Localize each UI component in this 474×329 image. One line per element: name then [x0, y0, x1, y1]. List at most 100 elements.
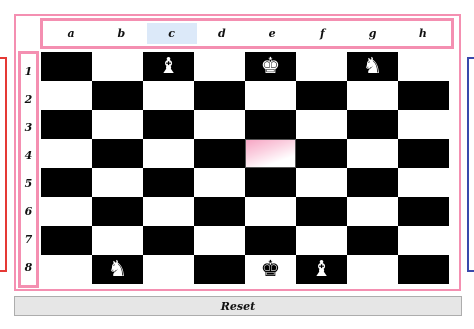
rank-5-header[interactable]: 5	[21, 170, 36, 198]
square-c6[interactable]	[143, 197, 194, 226]
square-a2[interactable]	[41, 81, 92, 110]
square-a8[interactable]	[41, 255, 92, 284]
file-h-header[interactable]: h	[398, 23, 448, 44]
rank-2-header[interactable]: 2	[21, 85, 36, 113]
square-e1[interactable]: ♚	[245, 52, 296, 81]
rank-6-header[interactable]: 6	[21, 198, 36, 226]
square-f5[interactable]	[296, 168, 347, 197]
square-a3[interactable]	[41, 110, 92, 139]
file-label: b	[117, 27, 126, 40]
square-b5[interactable]	[92, 168, 143, 197]
file-label: g	[368, 27, 377, 40]
square-d7[interactable]	[194, 226, 245, 255]
square-a1[interactable]	[41, 52, 92, 81]
file-d-header[interactable]: d	[197, 23, 247, 44]
square-c8[interactable]	[143, 255, 194, 284]
square-d8[interactable]	[194, 255, 245, 284]
file-label: e	[268, 27, 276, 40]
square-h3[interactable]	[398, 110, 449, 139]
file-g-header[interactable]: g	[348, 23, 398, 44]
file-label: f	[320, 27, 325, 40]
square-b8[interactable]: ♞	[92, 255, 143, 284]
square-c5[interactable]	[143, 168, 194, 197]
square-f7[interactable]	[296, 226, 347, 255]
square-d2[interactable]	[194, 81, 245, 110]
file-e-header[interactable]: e	[247, 23, 297, 44]
file-b-header[interactable]: b	[96, 23, 146, 44]
square-b1[interactable]	[92, 52, 143, 81]
square-f2[interactable]	[296, 81, 347, 110]
square-f8[interactable]: ♝	[296, 255, 347, 284]
square-g1[interactable]: ♞	[347, 52, 398, 81]
knight-icon[interactable]: ♞	[363, 55, 383, 78]
square-f4[interactable]	[296, 139, 347, 168]
square-e3[interactable]	[245, 110, 296, 139]
square-d4[interactable]	[194, 139, 245, 168]
square-g5[interactable]	[347, 168, 398, 197]
square-d3[interactable]	[194, 110, 245, 139]
square-e8[interactable]: ♚	[245, 255, 296, 284]
rank-1-header[interactable]: 1	[21, 57, 36, 85]
square-b2[interactable]	[92, 81, 143, 110]
square-h4[interactable]	[398, 139, 449, 168]
square-c2[interactable]	[143, 81, 194, 110]
square-a4[interactable]	[41, 139, 92, 168]
file-a-header[interactable]: a	[46, 23, 96, 44]
file-label: d	[218, 27, 226, 40]
square-a6[interactable]	[41, 197, 92, 226]
square-d6[interactable]	[194, 197, 245, 226]
square-b7[interactable]	[92, 226, 143, 255]
square-h8[interactable]	[398, 255, 449, 284]
bishop-icon[interactable]: ♝	[159, 55, 179, 78]
square-g6[interactable]	[347, 197, 398, 226]
square-b6[interactable]	[92, 197, 143, 226]
square-c1[interactable]: ♝	[143, 52, 194, 81]
square-f1[interactable]	[296, 52, 347, 81]
square-g7[interactable]	[347, 226, 398, 255]
square-h1[interactable]	[398, 52, 449, 81]
rank-label: 7	[24, 233, 33, 247]
file-c-header[interactable]: c	[146, 23, 197, 44]
square-a5[interactable]	[41, 168, 92, 197]
rank-3-header[interactable]: 3	[21, 113, 36, 141]
square-e4[interactable]	[245, 139, 296, 168]
rank-label: 8	[24, 261, 33, 275]
rank-label: 5	[24, 177, 33, 191]
square-a7[interactable]	[41, 226, 92, 255]
rank-label: 2	[24, 92, 33, 106]
square-g4[interactable]	[347, 139, 398, 168]
square-e2[interactable]	[245, 81, 296, 110]
file-label: c	[168, 27, 175, 40]
rank-label: 3	[24, 120, 33, 134]
file-label: h	[418, 27, 427, 40]
square-d1[interactable]	[194, 52, 245, 81]
rank-8-header[interactable]: 8	[21, 254, 36, 282]
square-h7[interactable]	[398, 226, 449, 255]
square-e5[interactable]	[245, 168, 296, 197]
square-b4[interactable]	[92, 139, 143, 168]
square-c4[interactable]	[143, 139, 194, 168]
file-f-header[interactable]: f	[297, 23, 347, 44]
square-h5[interactable]	[398, 168, 449, 197]
rank-header: 1 2 3 4 5 6 7 8	[18, 51, 39, 288]
square-e7[interactable]	[245, 226, 296, 255]
square-h2[interactable]	[398, 81, 449, 110]
square-g2[interactable]	[347, 81, 398, 110]
king-icon[interactable]: ♚	[261, 258, 281, 281]
square-f6[interactable]	[296, 197, 347, 226]
reset-button[interactable]: Reset	[14, 296, 462, 316]
square-g3[interactable]	[347, 110, 398, 139]
knight-icon[interactable]: ♞	[108, 258, 128, 281]
square-f3[interactable]	[296, 110, 347, 139]
square-g8[interactable]	[347, 255, 398, 284]
king-icon[interactable]: ♚	[261, 55, 281, 78]
square-d5[interactable]	[194, 168, 245, 197]
bishop-icon[interactable]: ♝	[312, 258, 332, 281]
square-h6[interactable]	[398, 197, 449, 226]
square-c7[interactable]	[143, 226, 194, 255]
rank-4-header[interactable]: 4	[21, 141, 36, 169]
square-b3[interactable]	[92, 110, 143, 139]
square-c3[interactable]	[143, 110, 194, 139]
rank-7-header[interactable]: 7	[21, 226, 36, 254]
square-e6[interactable]	[245, 197, 296, 226]
